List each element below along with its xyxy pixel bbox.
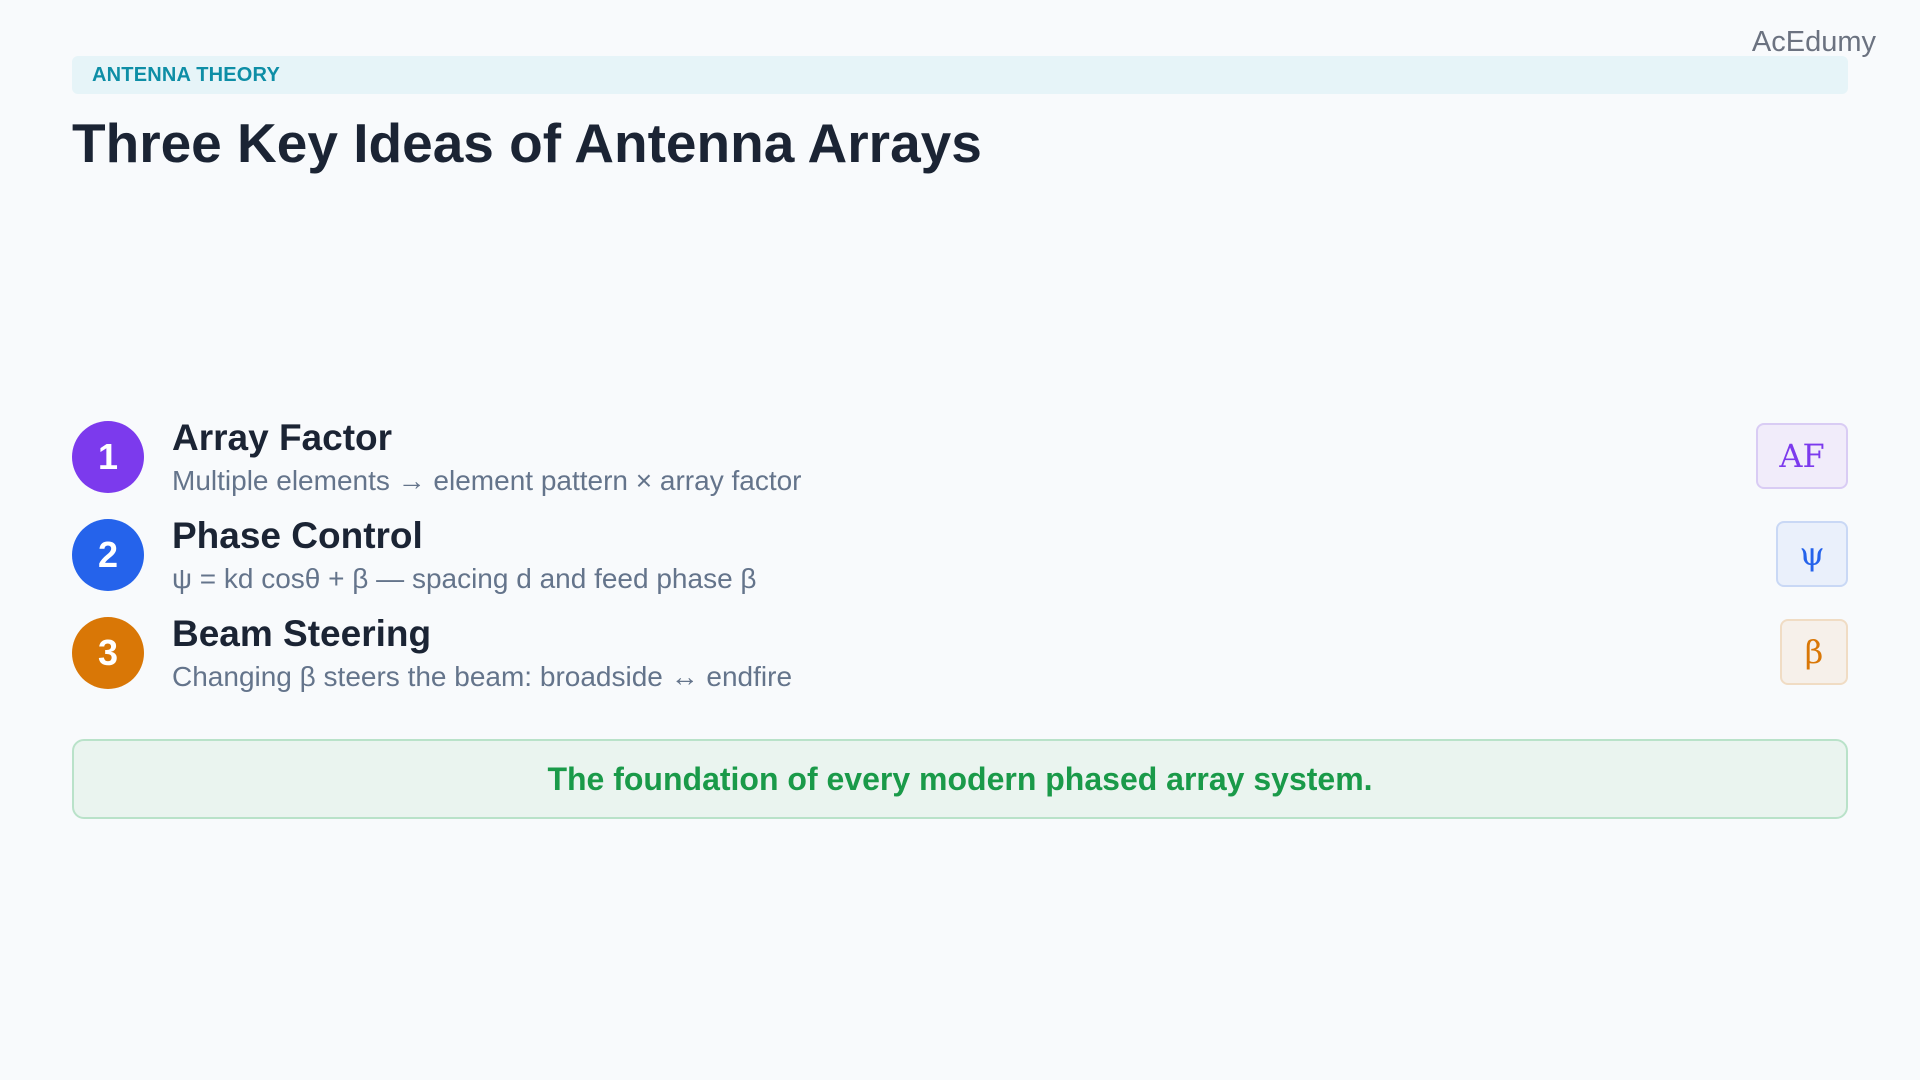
idea-description: Multiple elements → element pattern × ar… bbox=[172, 465, 802, 496]
conclusion-text: The foundation of every modern phased ar… bbox=[547, 761, 1373, 797]
brand-logo-text: AcEdumy bbox=[1751, 26, 1876, 58]
idea-list: 1 Array Factor Multiple elements → eleme… bbox=[72, 416, 1848, 710]
idea-item-beam-steering: 3 Beam Steering Changing β steers the be… bbox=[72, 612, 1848, 710]
idea-title: Phase Control bbox=[172, 515, 423, 556]
conclusion-callout: The foundation of every modern phased ar… bbox=[72, 739, 1848, 819]
idea-item-array-factor: 1 Array Factor Multiple elements → eleme… bbox=[72, 416, 1848, 514]
idea-item-phase-control: 2 Phase Control ψ = kd cosθ + β — spacin… bbox=[72, 514, 1848, 612]
beta-symbol-icon: β bbox=[1780, 619, 1848, 685]
idea-number-badge: 2 bbox=[72, 519, 144, 591]
category-banner: ANTENNA THEORY bbox=[72, 56, 1848, 94]
idea-description: Changing β steers the beam: broadside ↔ … bbox=[172, 661, 793, 692]
idea-number-badge: 1 bbox=[72, 421, 144, 493]
idea-number-badge: 3 bbox=[72, 617, 144, 689]
page-title: Three Key Ideas of Antenna Arrays bbox=[72, 112, 982, 174]
idea-description: ψ = kd cosθ + β — spacing d and feed pha… bbox=[172, 563, 757, 594]
array-factor-symbol-icon: AF bbox=[1756, 423, 1848, 489]
idea-title: Beam Steering bbox=[172, 613, 432, 654]
idea-title: Array Factor bbox=[172, 417, 393, 458]
category-label: ANTENNA THEORY bbox=[92, 64, 280, 86]
psi-symbol-icon: ψ bbox=[1776, 521, 1848, 587]
